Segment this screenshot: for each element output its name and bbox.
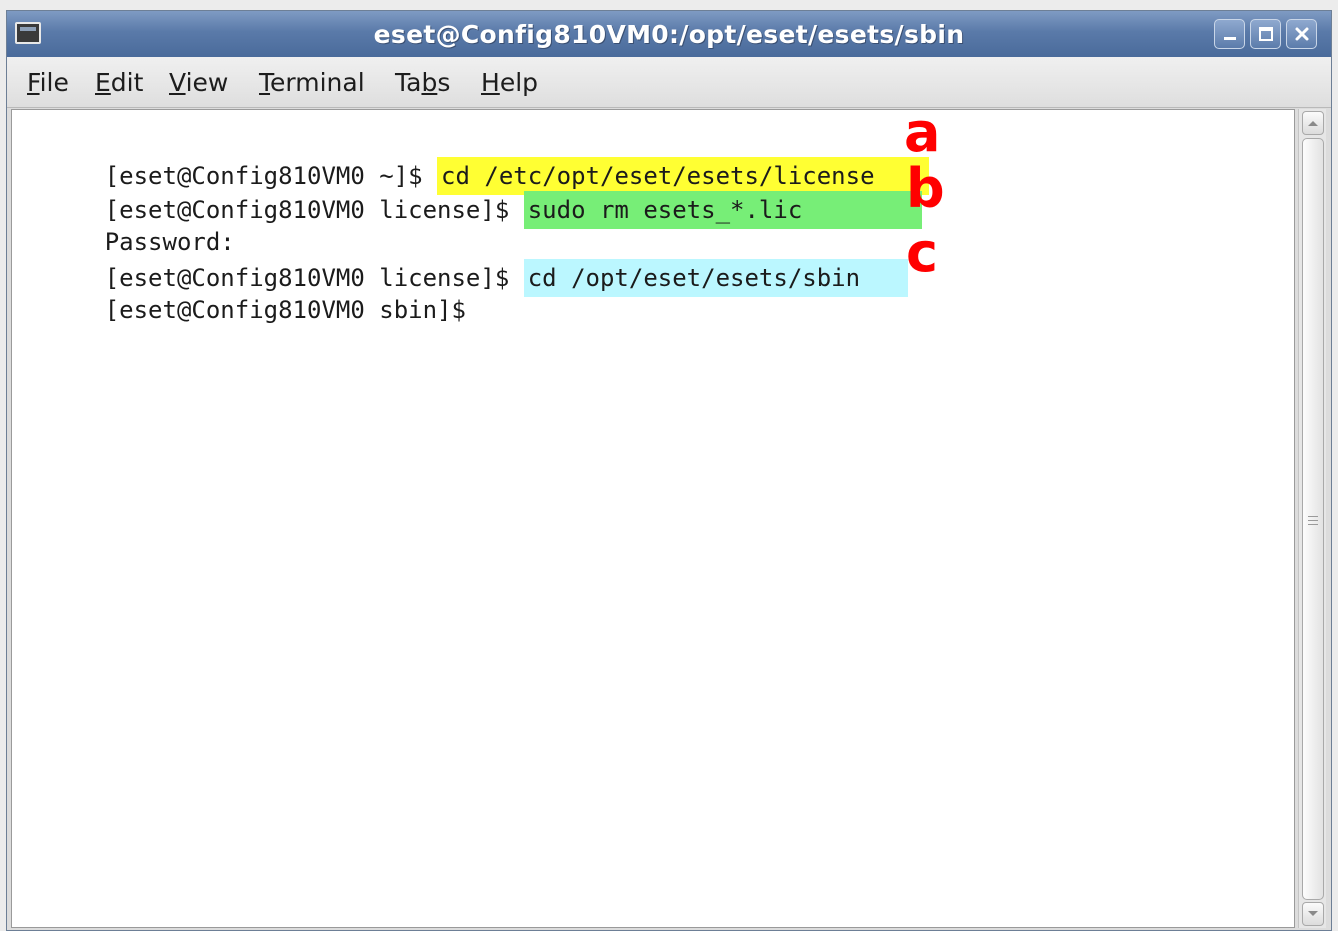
terminal-window: eset@Config810VM0:/opt/eset/esets/sbin F… bbox=[6, 10, 1332, 931]
terminal-output[interactable]: [eset@Config810VM0 ~]$ cd /etc/opt/eset/… bbox=[11, 101, 1295, 928]
arrow-up-icon bbox=[1308, 121, 1318, 126]
terminal-line: [eset@Config810VM0 ~]$ cd /etc/opt/eset/… bbox=[18, 123, 930, 195]
menu-view[interactable]: View bbox=[169, 68, 228, 97]
window-title: eset@Config810VM0:/opt/eset/esets/sbin bbox=[373, 20, 965, 49]
menu-terminal[interactable]: Terminal bbox=[259, 68, 365, 97]
scroll-down-button[interactable] bbox=[1302, 902, 1324, 926]
menu-edit[interactable]: Edit bbox=[95, 68, 143, 97]
minimize-icon bbox=[1223, 37, 1236, 40]
highlighted-command: sudo rm esets_*.lic bbox=[523, 191, 922, 229]
menu-bar: File Edit View Terminal Tabs Help bbox=[7, 57, 1331, 108]
scroll-up-button[interactable] bbox=[1302, 111, 1324, 135]
arrow-down-icon bbox=[1308, 911, 1318, 916]
terminal-line: [eset@Config810VM0 license]$ sudo rm ese… bbox=[18, 157, 922, 229]
terminal-line: [eset@Config810VM0 license]$ cd /opt/ese… bbox=[18, 225, 908, 297]
highlighted-command: cd /opt/eset/esets/sbin bbox=[523, 259, 908, 297]
annotation-c: c bbox=[906, 221, 939, 284]
annotation-b: b bbox=[906, 157, 945, 220]
grip-line bbox=[1308, 524, 1318, 525]
close-icon bbox=[1295, 27, 1308, 41]
terminal-line: Password: bbox=[104, 228, 235, 256]
menu-help[interactable]: Help bbox=[481, 68, 538, 97]
vertical-scrollbar[interactable] bbox=[1298, 109, 1326, 928]
scrollbar-thumb[interactable] bbox=[1302, 138, 1324, 900]
title-bar[interactable]: eset@Config810VM0:/opt/eset/esets/sbin bbox=[7, 11, 1331, 58]
close-button[interactable] bbox=[1286, 19, 1317, 49]
maximize-button[interactable] bbox=[1250, 19, 1281, 49]
annotation-a: a bbox=[904, 101, 941, 164]
terminal-line: [eset@Config810VM0 sbin]$ bbox=[104, 296, 466, 324]
grip-line bbox=[1308, 516, 1318, 517]
minimize-button[interactable] bbox=[1214, 19, 1245, 49]
grip-line bbox=[1308, 520, 1318, 521]
menu-file[interactable]: File bbox=[27, 68, 69, 97]
menu-tabs[interactable]: Tabs bbox=[395, 68, 450, 97]
maximize-icon bbox=[1258, 27, 1273, 41]
